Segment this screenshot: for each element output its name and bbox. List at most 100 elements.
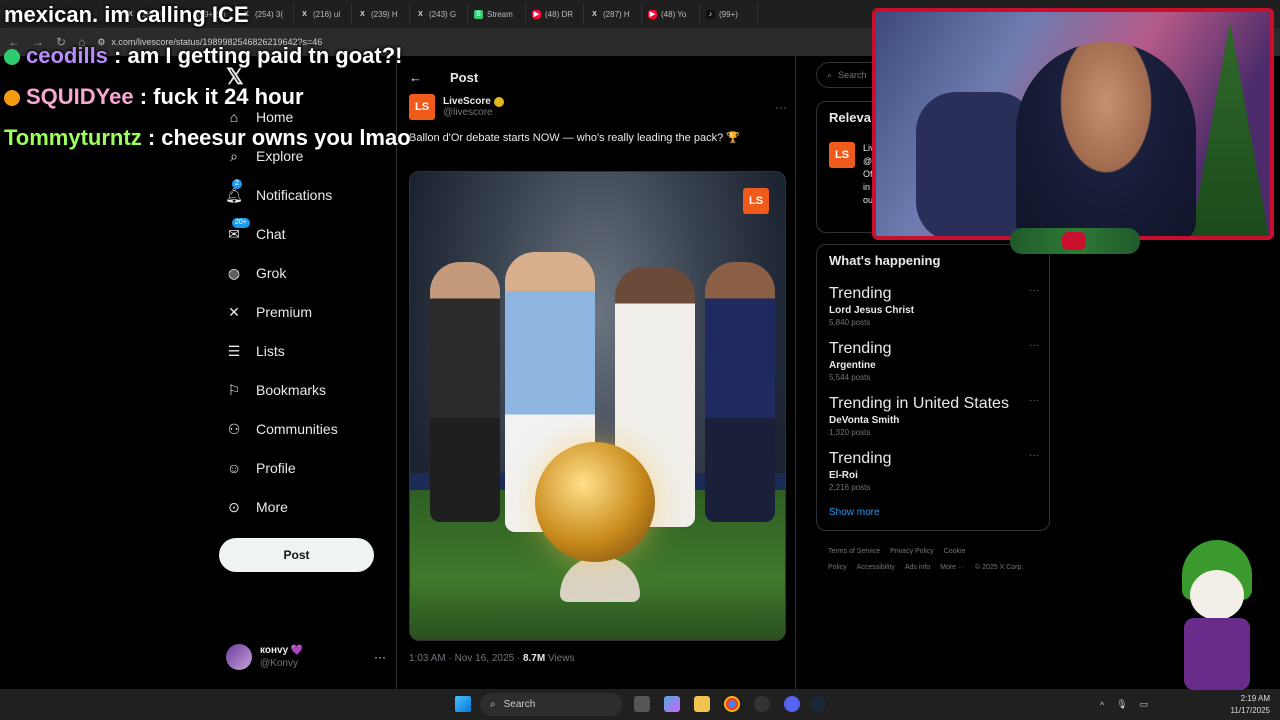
trend-count: 5,840 posts bbox=[829, 318, 871, 327]
chat-badge-icon bbox=[4, 90, 20, 107]
author-name: LiveScore bbox=[443, 96, 491, 107]
nav-item-grok[interactable]: ◍ Grok bbox=[224, 261, 286, 285]
account-switcher[interactable]: конvy 💜 @Konvy ··· bbox=[226, 644, 386, 670]
trend-item[interactable]: Trending in United States DeVonta Smith 1,… bbox=[829, 395, 1039, 437]
browser-tab[interactable]: ▶ (48) Yo bbox=[642, 3, 700, 25]
more-dots-icon[interactable]: ··· bbox=[374, 650, 386, 664]
tab-label: (48) DR bbox=[545, 9, 574, 19]
views-label: Views bbox=[547, 653, 575, 664]
trend-more-icon[interactable]: ··· bbox=[1029, 340, 1039, 351]
x-icon: X bbox=[360, 10, 365, 18]
tab-label: (254) 3( bbox=[255, 9, 284, 19]
post-button[interactable]: Post bbox=[219, 538, 374, 572]
nav-item-lists[interactable]: ☰ Lists bbox=[224, 339, 285, 363]
nav-item-label: Grok bbox=[256, 265, 287, 281]
people-icon: ⚇ bbox=[227, 420, 241, 437]
footer-links: Terms of Service Privacy Policy Cookie Pol… bbox=[828, 544, 1048, 576]
nav-item-label: Notifications bbox=[256, 187, 333, 203]
copilot-icon[interactable] bbox=[664, 696, 680, 712]
footer-link[interactable]: Terms of Service bbox=[828, 548, 880, 555]
nav-item-label: Premium bbox=[256, 304, 313, 320]
taskbar-clock[interactable]: 2:19 AM 11/17/2025 bbox=[1231, 693, 1270, 717]
footer-link[interactable]: Accessibility bbox=[857, 564, 895, 571]
verified-badge-icon bbox=[493, 96, 504, 107]
trend-more-icon[interactable]: ··· bbox=[1029, 395, 1039, 406]
browser-tab[interactable]: X (216) ul bbox=[294, 3, 352, 25]
avatar bbox=[226, 644, 252, 670]
chat-text: : am I getting paid tn goat?! bbox=[114, 43, 403, 68]
christmas-tree bbox=[1190, 22, 1270, 236]
tab-label: (239) H bbox=[371, 9, 398, 19]
more-circle-icon: ⊙ bbox=[228, 498, 240, 515]
task-view-icon[interactable] bbox=[634, 696, 650, 712]
tab-label: (287) H bbox=[603, 9, 630, 19]
nav-item-notifications[interactable]: 🔔︎ 2 Notifications bbox=[224, 179, 333, 207]
back-arrow-icon[interactable]: ← bbox=[409, 70, 422, 85]
tiktok-icon: ♪ bbox=[706, 9, 715, 19]
trend-label: Trending bbox=[829, 285, 892, 302]
livescore-avatar[interactable]: LS bbox=[409, 94, 435, 120]
youtube-icon: ▶ bbox=[532, 9, 541, 19]
tab-label: (243) G bbox=[429, 9, 457, 19]
footer-link[interactable]: © 2025 X Corp. bbox=[975, 564, 1023, 571]
post-meta: 1:03 AM · Nov 16, 2025 · 8.7M Views bbox=[409, 653, 574, 664]
chat-badge-icon bbox=[4, 49, 20, 66]
app-icon[interactable] bbox=[754, 696, 770, 712]
footer-link[interactable]: Privacy Policy bbox=[890, 548, 934, 555]
browser-tab[interactable]: X (243) G bbox=[410, 3, 468, 25]
trend-more-icon[interactable]: ··· bbox=[1029, 450, 1039, 461]
taskbar-search[interactable]: ⌕ Search bbox=[480, 693, 622, 716]
nav-item-label: Chat bbox=[256, 226, 286, 242]
nav-item-more[interactable]: ⊙ More bbox=[224, 495, 288, 519]
author-name-row[interactable]: LiveScore bbox=[443, 96, 504, 107]
tab-label: Stream bbox=[487, 9, 513, 19]
x-icon: X bbox=[418, 10, 423, 18]
browser-tab[interactable]: S Stream bbox=[468, 3, 526, 25]
relevant-avatar[interactable]: LS bbox=[829, 142, 855, 168]
chrome-icon[interactable] bbox=[724, 696, 740, 712]
nav-item-chat[interactable]: ✉ 20+ Chat bbox=[224, 218, 286, 246]
trend-label: Trending in United States bbox=[829, 395, 1009, 412]
trend-item[interactable]: Trending Argentine 5,544 posts ··· bbox=[829, 340, 1039, 382]
file-explorer-icon[interactable] bbox=[694, 696, 710, 712]
search-icon: ⌕ bbox=[827, 69, 833, 80]
post-text: Ballon d'Or debate starts NOW — who's re… bbox=[409, 132, 740, 144]
nav-item-premium[interactable]: ✕ Premium bbox=[224, 300, 312, 324]
monitor-icon[interactable]: ▭ bbox=[1140, 699, 1149, 710]
steam-icon[interactable] bbox=[810, 696, 826, 712]
browser-tab[interactable]: X (287) H bbox=[584, 3, 642, 25]
trend-item[interactable]: Trending El-Roi 2,216 posts ··· bbox=[829, 450, 1039, 492]
nav-item-communities[interactable]: ⚇ Communities bbox=[224, 417, 338, 441]
clock-time: 2:19 AM bbox=[1240, 694, 1270, 703]
taskbar-search-label: Search bbox=[503, 699, 536, 710]
system-tray: ^ 🎙 ▭ bbox=[1100, 689, 1148, 720]
chat-username: SQUIDYee bbox=[26, 84, 134, 109]
nav-item-bookmarks[interactable]: ⚐ Bookmarks bbox=[224, 378, 326, 402]
joker-face bbox=[1190, 570, 1244, 620]
browser-tab[interactable]: ▶ (48) DR bbox=[526, 3, 584, 25]
whats-happening-card: What's happening Trending Lord Jesus Chri… bbox=[816, 244, 1050, 531]
trend-name: Argentine bbox=[829, 360, 876, 371]
discord-icon[interactable] bbox=[784, 696, 800, 712]
trend-more-icon[interactable]: ··· bbox=[1029, 285, 1039, 296]
windows-start-icon[interactable] bbox=[455, 696, 471, 712]
grok-icon: ◍ bbox=[227, 264, 241, 281]
footer-link[interactable]: More ··· bbox=[940, 564, 965, 571]
notification-badge: 2 bbox=[232, 179, 242, 189]
browser-tab[interactable]: ♪ (99+) bbox=[700, 3, 758, 25]
show-more-link[interactable]: Show more bbox=[829, 507, 880, 518]
post-more-icon[interactable]: ··· bbox=[775, 100, 787, 114]
bookmark-icon: ⚐ bbox=[227, 381, 241, 398]
windows-taskbar: ⌕ Search ^ 🎙 ▭ 2:19 AM 11/17/2025 bbox=[0, 689, 1280, 720]
tab-label: (48) Yo bbox=[661, 9, 687, 19]
chevron-up-icon[interactable]: ^ bbox=[1100, 700, 1104, 710]
footer-link[interactable]: Ads info bbox=[905, 564, 930, 571]
post-image[interactable]: LS bbox=[409, 171, 786, 641]
nav-item-profile[interactable]: ☺ Profile bbox=[224, 456, 296, 480]
joker-sticker bbox=[1172, 540, 1262, 690]
post-column: ← Post LS LiveScore @livescore ··· Ballo… bbox=[396, 56, 796, 689]
browser-tab[interactable]: X (239) H bbox=[352, 3, 410, 25]
microphone-icon[interactable]: 🎙 bbox=[1116, 699, 1127, 710]
christmas-garland bbox=[1010, 228, 1140, 254]
trend-item[interactable]: Trending Lord Jesus Christ 5,840 posts ··· bbox=[829, 285, 1039, 327]
